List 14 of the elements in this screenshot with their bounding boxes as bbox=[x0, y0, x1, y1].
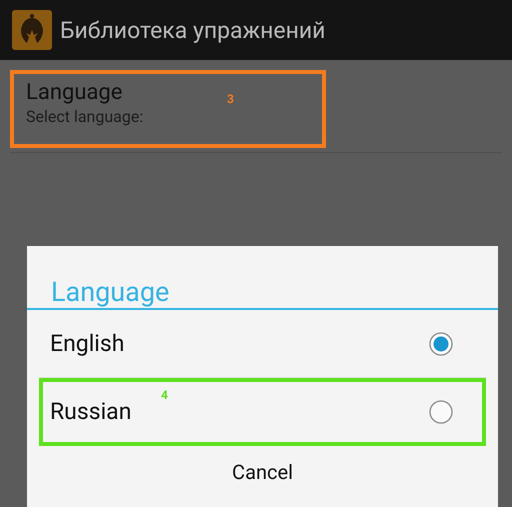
app-title: Библиотека упражнений bbox=[60, 16, 326, 44]
option-label: English bbox=[50, 330, 124, 357]
radio-button[interactable] bbox=[429, 332, 453, 356]
cancel-button[interactable]: Cancel bbox=[27, 462, 498, 482]
option-label: Russian bbox=[50, 398, 132, 425]
language-option[interactable]: English bbox=[39, 310, 486, 378]
annotation-number: 3 bbox=[227, 92, 234, 106]
radio-button[interactable] bbox=[429, 400, 453, 424]
app-logo-icon bbox=[12, 10, 52, 50]
dialog-title: Language bbox=[50, 275, 170, 308]
language-option[interactable]: Russian 4 bbox=[39, 378, 486, 446]
preference-title: Language bbox=[26, 80, 122, 105]
preference-summary: Select language: bbox=[26, 107, 144, 126]
annotation-number: 4 bbox=[161, 388, 168, 402]
